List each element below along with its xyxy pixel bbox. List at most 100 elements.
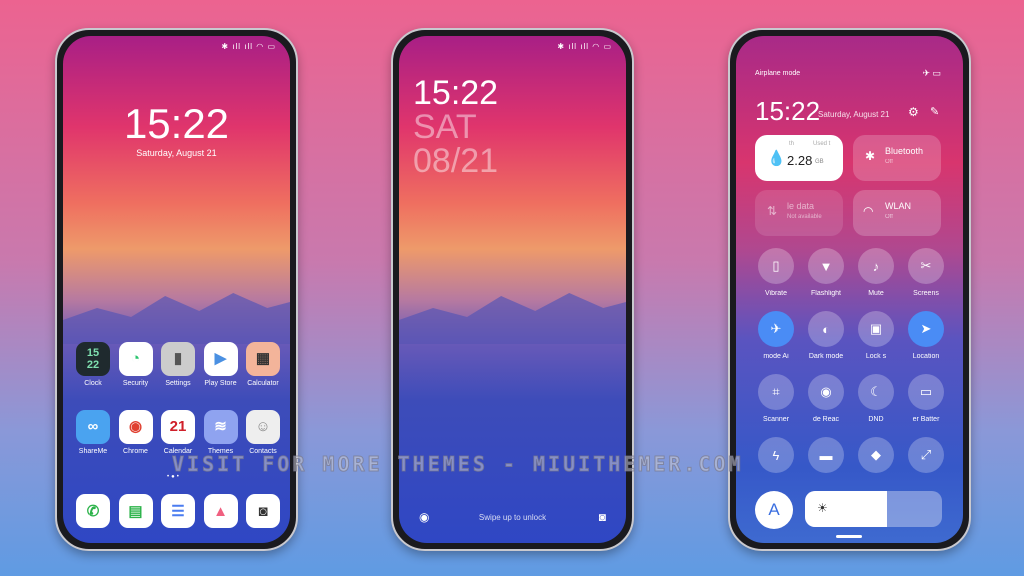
- dock-gallery[interactable]: ▲: [201, 494, 241, 528]
- dock-camera[interactable]: ◙: [243, 494, 283, 528]
- toggle-icon: ▯: [758, 248, 794, 284]
- toggle-extra-14[interactable]: ◆: [856, 437, 896, 479]
- app-label: Play Store: [204, 380, 237, 387]
- app-security[interactable]: ◔ Security: [116, 342, 156, 387]
- app-settings[interactable]: ▮ Settings: [158, 342, 198, 387]
- calendar-icon: 21: [161, 410, 195, 444]
- camera-icon: ◙: [246, 494, 280, 528]
- chrome-icon: ◉: [118, 410, 153, 444]
- toggle-extra-15[interactable]: ⤢: [906, 437, 946, 479]
- toggle-scanner[interactable]: ⌗ Scanner: [756, 374, 796, 423]
- toggle-icon: ⤢: [908, 437, 944, 473]
- toggle-dark-mode[interactable]: ◐ Dark mode: [806, 311, 846, 360]
- toggle-label: Scanner: [762, 416, 790, 423]
- data-tile-left-label: th: [789, 141, 795, 147]
- app-calculator[interactable]: ▦ Calculator: [243, 342, 283, 387]
- toggle-er-batter[interactable]: ▭ er Batter: [906, 374, 946, 423]
- camera-icon[interactable]: ◙: [599, 510, 606, 524]
- app-clock[interactable]: 15 22 Clock: [73, 342, 113, 387]
- home-indicator[interactable]: [836, 535, 862, 538]
- app-play-store[interactable]: ▶ Play Store: [201, 342, 241, 387]
- toggle-label: Lock s: [865, 353, 887, 360]
- app-contacts[interactable]: ☺ Contacts: [243, 410, 283, 455]
- toggle-vibrate[interactable]: ▯ Vibrate: [756, 248, 796, 297]
- toggle-label: Dark mode: [808, 353, 844, 360]
- data-usage-tile[interactable]: 💧 th Used t 2.28 GB: [755, 135, 843, 181]
- toggle-lock-s[interactable]: ▣ Lock s: [856, 311, 896, 360]
- mobile-data-label: le data: [787, 201, 815, 211]
- mobile-data-icon: ⇅: [767, 204, 778, 218]
- app-calendar[interactable]: 21 Calendar: [158, 410, 198, 455]
- airplane-mode-label: Airplane mode: [755, 70, 801, 77]
- shareme-icon: ∞: [76, 410, 110, 444]
- control-center: Airplane mode ✈ ▭ 15:22 Saturday, August…: [736, 36, 963, 543]
- data-usage-value: 2.28: [787, 153, 813, 168]
- toggle-extra-13[interactable]: ▬: [806, 437, 846, 479]
- toggle-icon: ◐: [808, 311, 844, 347]
- toggle-mute[interactable]: ♪ Mute: [856, 248, 896, 297]
- security-icon: ◔: [118, 342, 153, 376]
- dock-phone[interactable]: ✆: [73, 494, 113, 528]
- toggle-de-reac[interactable]: ◉ de Reac: [806, 374, 846, 423]
- toggle-icon: ◆: [858, 437, 894, 473]
- toggle-icon: ♪: [858, 248, 894, 284]
- wifi-icon: ◠: [863, 204, 874, 218]
- font-size-button[interactable]: A: [755, 491, 793, 529]
- mobile-data-state: Not available: [787, 214, 822, 220]
- app-themes[interactable]: ≋ Themes: [201, 410, 241, 455]
- settings-icon[interactable]: ⚙: [908, 105, 919, 119]
- bluetooth-tile[interactable]: ✱ Bluetooth Off: [853, 135, 941, 181]
- toggle-label: Location: [912, 353, 940, 360]
- toggle-flashlight[interactable]: ▼ Flashlight: [806, 248, 846, 297]
- app-label: Settings: [165, 380, 191, 387]
- bluetooth-icon: ✱: [865, 149, 876, 163]
- status-icons: ✈ ▭: [922, 68, 941, 78]
- cc-time: 15:22: [755, 96, 821, 126]
- bluetooth-label: Bluetooth: [885, 146, 924, 156]
- toggle-icon: ◉: [808, 374, 844, 410]
- toggle-label: DND: [868, 416, 884, 423]
- bluetooth-state: Off: [885, 159, 893, 165]
- app-chrome[interactable]: ◉ Chrome: [116, 410, 156, 455]
- toggle-icon: ▬: [808, 437, 844, 473]
- toggle-label: Screens: [913, 290, 939, 297]
- data-usage-unit: GB: [815, 159, 824, 165]
- toggle-screens[interactable]: ✂ Screens: [906, 248, 946, 297]
- gallery-icon: ▲: [203, 494, 238, 528]
- app-label: Chrome: [123, 448, 148, 455]
- toggle-dnd[interactable]: ☾ DND: [856, 374, 896, 423]
- lock-day: SAT: [413, 108, 477, 146]
- app-label: Clock: [84, 380, 102, 387]
- toggle-location[interactable]: ➤ Location: [906, 311, 946, 360]
- notes-icon: ☰: [161, 494, 195, 528]
- toggle-mode-ai[interactable]: ✈ mode Ai: [756, 311, 796, 360]
- settings-icon: ▮: [161, 342, 195, 376]
- watermark: VISIT FOR MORE THEMES - MIUITHEMER.COM: [172, 452, 744, 477]
- brightness-slider[interactable]: ☀: [805, 491, 942, 527]
- contacts-icon: ☺: [246, 410, 280, 444]
- toggle-icon: ✂: [908, 248, 944, 284]
- toggle-label: er Batter: [912, 416, 940, 423]
- app-label: Calculator: [247, 380, 279, 387]
- toggle-icon: ➤: [908, 311, 944, 347]
- app-label: Security: [122, 380, 149, 387]
- app-shareme[interactable]: ∞ ShareMe: [73, 410, 113, 455]
- phone-icon: ✆: [76, 494, 110, 528]
- mountains: [63, 293, 290, 344]
- toggle-icon: ϟ: [758, 437, 794, 473]
- toggle-icon: ⌗: [758, 374, 794, 410]
- themes-icon: ≋: [203, 410, 238, 444]
- toggle-icon: ▼: [808, 248, 844, 284]
- wlan-state: Off: [885, 214, 893, 220]
- edit-icon[interactable]: ✎: [930, 105, 939, 118]
- toggle-label: mode Ai: [763, 353, 789, 360]
- dock-notes[interactable]: ☰: [158, 494, 198, 528]
- dock-messages[interactable]: ▤: [116, 494, 156, 528]
- unlock-hint: Swipe up to unlock: [478, 513, 547, 522]
- status-bar: ✱ ıll ıll ◠ ▭: [557, 42, 612, 51]
- calculator-icon: ▦: [246, 342, 280, 376]
- wlan-tile[interactable]: ◠ WLAN Off: [853, 190, 941, 236]
- toggle-extra-12[interactable]: ϟ: [756, 437, 796, 479]
- mobile-data-tile[interactable]: ⇅ le data Not available: [755, 190, 843, 236]
- mountains: [399, 293, 626, 344]
